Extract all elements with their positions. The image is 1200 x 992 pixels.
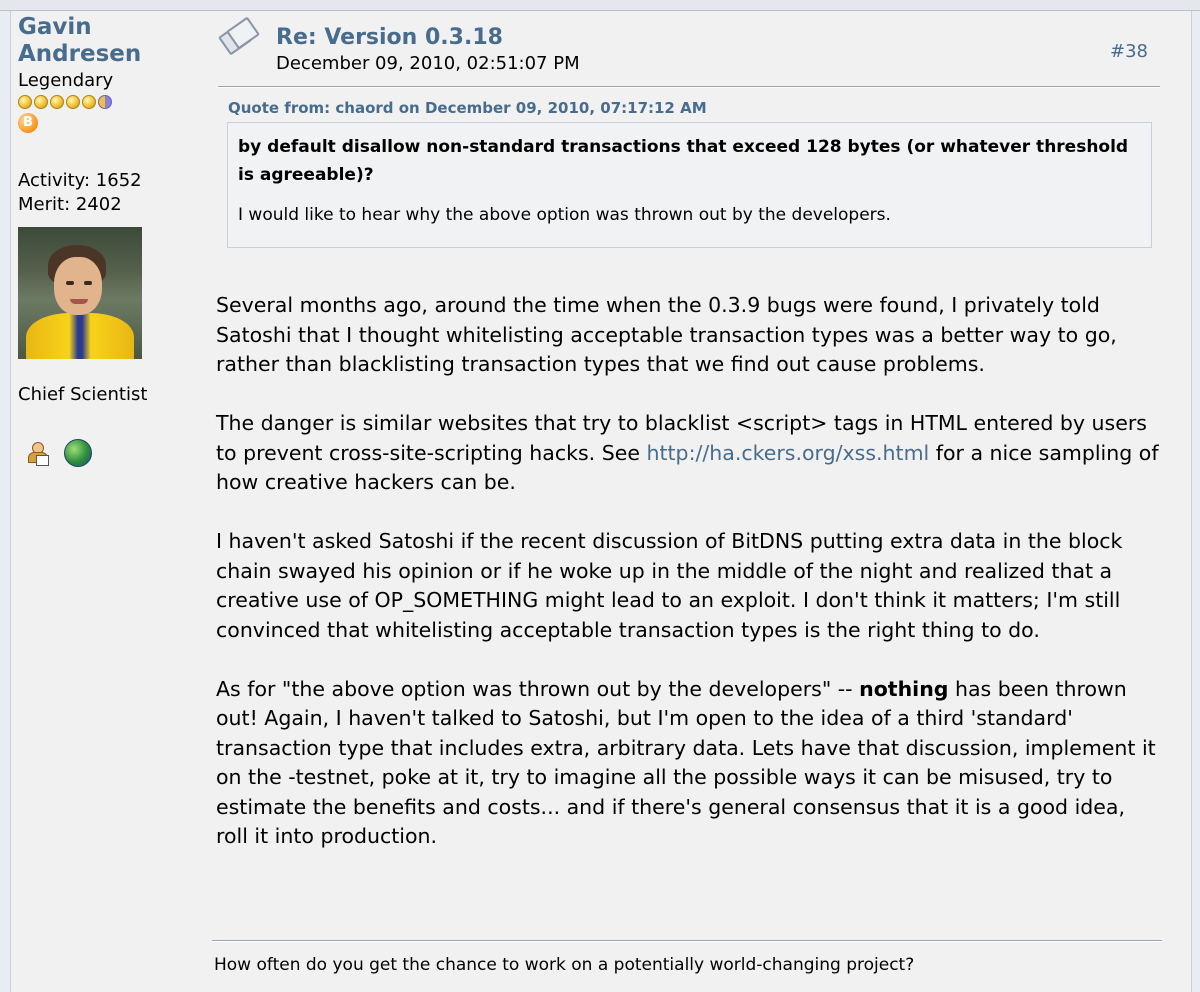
post-date: December 09, 2010, 02:51:07 PM [276,53,580,74]
merit-count: Merit: 2402 [18,194,122,215]
bitcoin-badge-icon: B [18,113,38,133]
poster-name-link[interactable]: Gavin Andresen [18,14,198,68]
activity-count: Activity: 1652 [18,170,142,191]
body-paragraph: Several months ago, around the time when… [216,293,1117,376]
star-icon [18,95,32,109]
poster-name-first[interactable]: Gavin [18,14,198,41]
custom-title: Chief Scientist [18,384,148,405]
signature-divider [212,940,1162,942]
body-bold-text: nothing [859,676,949,701]
star-icon [66,95,80,109]
quote-bold-text: by default disallow non-standard transac… [238,137,1129,185]
top-border [0,0,1200,11]
rank-stars [18,95,198,109]
poster-icons [26,439,198,467]
avatar [18,227,142,359]
body-paragraph: As for "the above option was thrown out … [216,675,1160,852]
post-number-link[interactable]: #38 [1110,41,1148,62]
post-subject-link[interactable]: Re: Version 0.3.18 [276,25,503,50]
body-paragraph: The danger is similar websites that try … [216,409,1160,498]
post-header: Re: Version 0.3.18 December 09, 2010, 02… [218,12,1158,74]
post-body: Several months ago, around the time when… [216,291,1160,881]
star-icon [82,95,96,109]
half-star-icon [98,95,112,109]
poster-name-last[interactable]: Andresen [18,41,198,68]
quote-block: by default disallow non-standard transac… [227,122,1152,248]
globe-icon[interactable] [64,439,92,467]
topic-icon [218,16,260,56]
poster-stats: Activity: 1652 Merit: 2402 [18,169,198,217]
poster-info: Gavin Andresen Legendary B Activity: 165… [18,14,198,467]
star-icon [34,95,48,109]
signature: How often do you get the chance to work … [214,955,915,975]
body-text: As for "the above option was thrown out … [216,676,860,701]
quote-text: I would like to hear why the above optio… [238,205,891,225]
body-text: has been thrown out! Again, I haven't ta… [216,676,1156,849]
quote-header-link[interactable]: Quote from: chaord on December 09, 2010,… [228,99,707,117]
header-divider [218,86,1160,88]
poster-rank: Legendary [18,70,114,91]
star-icon [50,95,64,109]
profile-icon[interactable] [26,441,49,466]
xss-link[interactable]: http://ha.ckers.org/xss.html [646,441,929,465]
body-paragraph: I haven't asked Satoshi if the recent di… [216,529,1123,642]
